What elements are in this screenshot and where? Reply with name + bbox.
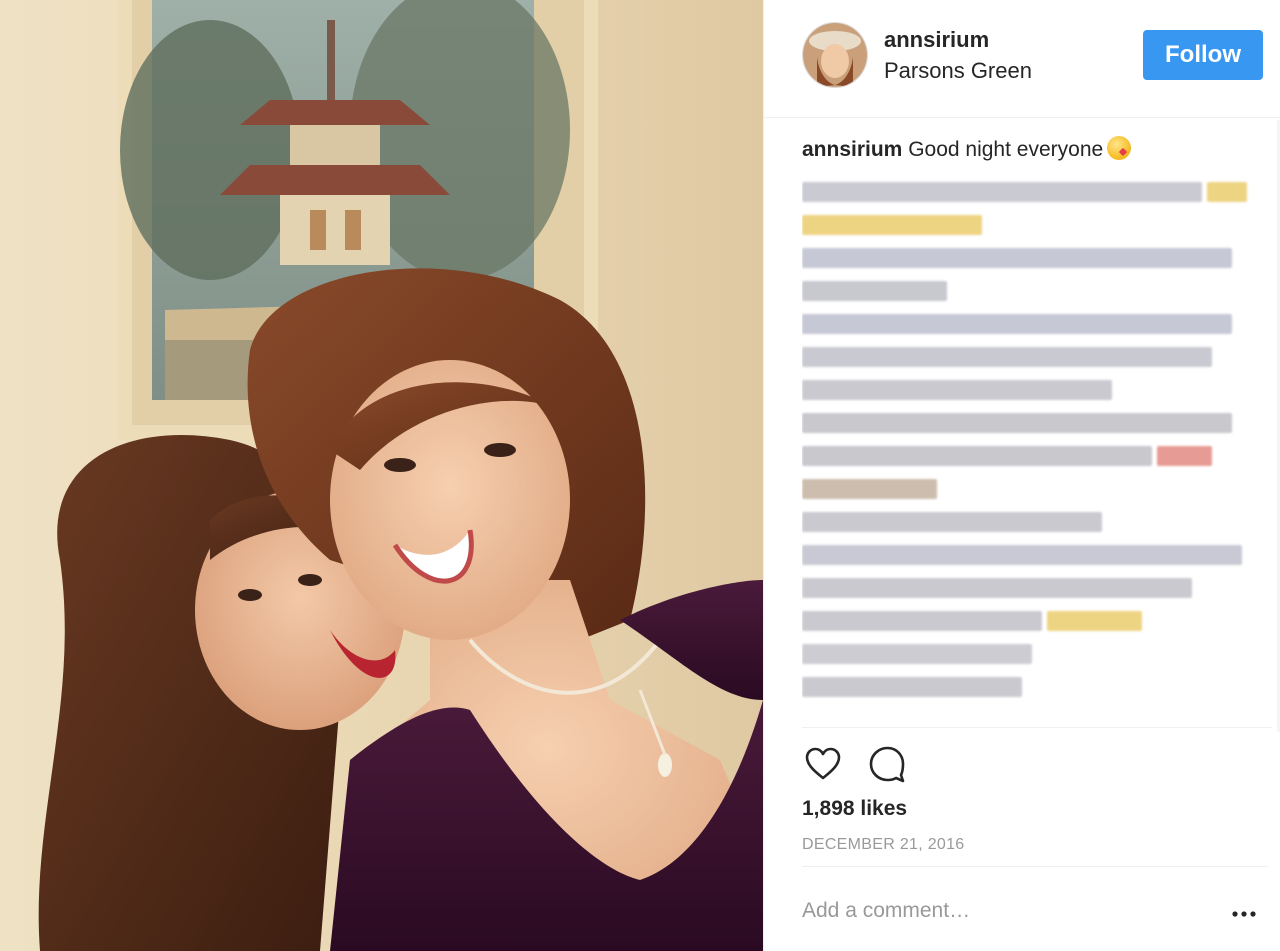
post-header: annsirium Parsons Green Follow — [764, 0, 1280, 118]
caption-username[interactable]: annsirium — [802, 138, 902, 161]
comment-input[interactable] — [802, 893, 1202, 929]
blurred-line — [802, 308, 1252, 338]
blurred-line — [802, 341, 1252, 371]
comment-bubble-icon — [869, 746, 905, 783]
post-photo[interactable] — [0, 0, 763, 951]
more-options-icon — [1232, 911, 1256, 917]
blurred-line — [802, 407, 1252, 437]
blurred-line — [802, 176, 1252, 206]
likes-count[interactable]: 1,898 likes — [802, 797, 907, 821]
caption-text: Good night everyone — [908, 138, 1104, 161]
post-date[interactable]: DECEMBER 21, 2016 — [802, 836, 965, 854]
post-sidebar: annsirium Parsons Green Follow annsirium… — [763, 0, 1280, 951]
blurred-line — [802, 671, 1252, 701]
follow-button[interactable]: Follow — [1143, 30, 1263, 80]
blurred-line — [802, 506, 1252, 536]
blurred-line — [802, 242, 1252, 272]
blurred-line — [802, 638, 1252, 668]
blurred-line — [802, 374, 1252, 404]
caption-area: annsirium Good night everyone — [802, 136, 1252, 728]
header-location[interactable]: Parsons Green — [884, 58, 1032, 84]
header-username[interactable]: annsirium — [884, 27, 989, 53]
kiss-emoji-icon — [1107, 136, 1132, 160]
blurred-line — [802, 539, 1252, 569]
photo-illustration — [0, 0, 763, 951]
comment-divider — [802, 866, 1268, 867]
comment-button[interactable] — [866, 742, 908, 786]
blurred-line — [802, 572, 1252, 602]
caption: annsirium Good night everyone — [802, 136, 1252, 162]
blurred-line — [802, 275, 1252, 305]
like-button[interactable] — [802, 742, 844, 786]
blurred-line — [802, 209, 1252, 239]
more-options-button[interactable] — [1230, 900, 1258, 928]
heart-icon — [805, 747, 841, 780]
blurred-comments — [802, 176, 1252, 704]
blurred-line — [802, 605, 1252, 635]
avatar[interactable] — [802, 22, 868, 88]
blurred-line — [802, 473, 1252, 503]
blurred-line — [802, 440, 1252, 470]
action-bar — [802, 742, 1002, 786]
section-divider — [802, 727, 1272, 728]
